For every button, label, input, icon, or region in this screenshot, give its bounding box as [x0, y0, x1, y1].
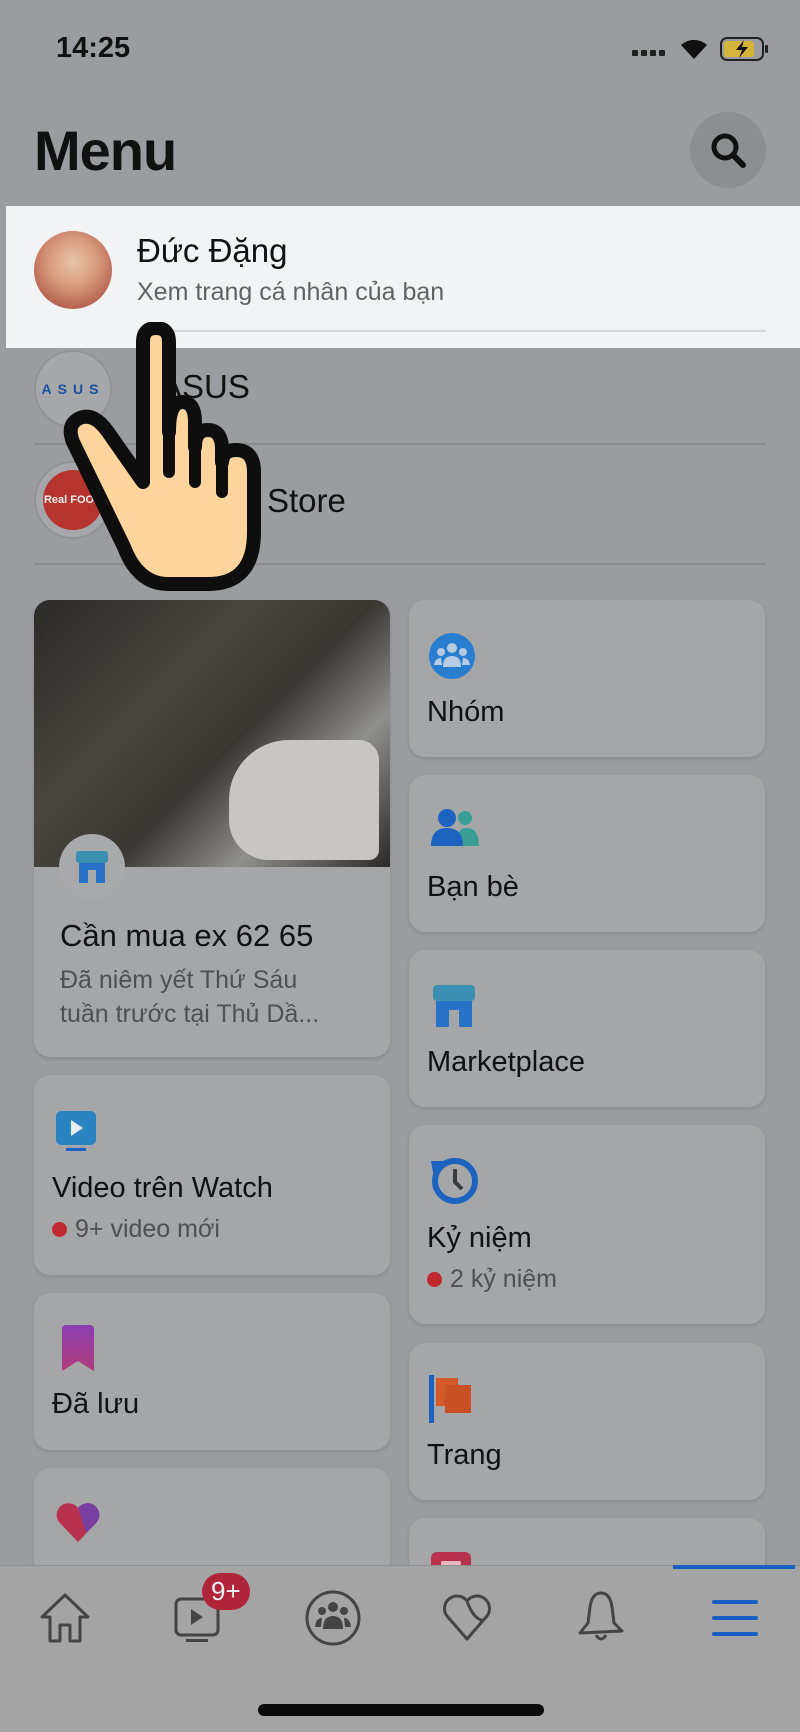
bookmark-icon [62, 1325, 94, 1371]
shortcut-memories[interactable]: Kỷ niệm 2 kỷ niệm [409, 1125, 765, 1324]
shortcut-saved[interactable]: Đã lưu [34, 1293, 390, 1450]
shortcut-pages[interactable]: Trang [409, 1343, 765, 1500]
dating-icon [443, 1594, 491, 1641]
nav-dating[interactable] [432, 1583, 502, 1653]
profile-name: Đức Đặng [137, 232, 288, 269]
shortcut-friends[interactable]: Bạn bè [409, 775, 765, 932]
profile-avatar[interactable] [34, 231, 112, 309]
menu-icon [712, 1600, 758, 1636]
signal-icon [632, 50, 665, 56]
shortcut-label: Trang [427, 1439, 502, 1471]
memories-icon [431, 1158, 478, 1204]
groups-icon [429, 633, 475, 679]
marketplace-icon [433, 985, 475, 1027]
shortcut-label: Kỷ niệm [427, 1222, 532, 1254]
bell-icon [578, 1591, 624, 1641]
nav-groups[interactable] [298, 1583, 368, 1653]
shortcut-label: Nhóm [427, 696, 505, 728]
groups-icon [305, 1590, 361, 1646]
unread-dot [427, 1272, 442, 1287]
dating-heart-icon [56, 1503, 100, 1542]
nav-home[interactable] [30, 1583, 100, 1653]
nav-notifications[interactable] [566, 1583, 636, 1653]
search-button[interactable] [690, 112, 766, 188]
shortcut-groups[interactable]: Nhóm [409, 600, 765, 757]
listing-photo-detail [229, 740, 379, 860]
battery-charging-icon [720, 37, 768, 61]
watch-badge: 9+ [202, 1573, 250, 1610]
marketplace-listing-card[interactable]: Cần mua ex 62 65 Đã niêm yết Thứ Sáu tuầ… [34, 600, 390, 1057]
home-indicator[interactable] [258, 1704, 544, 1716]
home-icon [40, 1593, 90, 1643]
shortcut-marketplace[interactable]: Marketplace [409, 950, 765, 1107]
page-title: Menu [34, 119, 177, 182]
shortcut-sub: 9+ video mới [52, 1215, 220, 1244]
profile-subtitle: Xem trang cá nhân của bạn [137, 278, 445, 306]
shortcut-label: Marketplace [427, 1046, 585, 1078]
unread-dot [52, 1222, 67, 1237]
friends-icon [431, 809, 479, 846]
listing-title: Cần mua ex 62 65 [60, 918, 314, 953]
search-icon [711, 133, 746, 168]
wifi-icon [681, 39, 707, 59]
status-time: 14:25 [56, 32, 131, 64]
active-tab-indicator [673, 1565, 795, 1569]
page-name-store[interactable]: Store [267, 482, 346, 520]
listing-subtitle-1: Đã niêm yết Thứ Sáu [60, 966, 298, 994]
status-icons [632, 36, 770, 62]
shortcut-label: Đã lưu [52, 1388, 140, 1420]
shortcut-label: Bạn bè [427, 871, 519, 903]
shortcut-watch[interactable]: Video trên Watch 9+ video mới [34, 1075, 390, 1275]
marketplace-icon [76, 851, 108, 883]
listing-subtitle-2: tuần trước tại Thủ Dầ... [60, 1000, 320, 1028]
shortcut-sub: 2 kỷ niệm [427, 1265, 557, 1294]
watch-icon [56, 1111, 96, 1151]
pages-flag-icon [429, 1375, 471, 1423]
pointing-hand-icon [63, 322, 261, 591]
shortcut-label: Video trên Watch [52, 1172, 273, 1204]
marketplace-badge [59, 834, 125, 900]
nav-menu[interactable] [700, 1583, 770, 1653]
listing-photo [34, 600, 390, 867]
